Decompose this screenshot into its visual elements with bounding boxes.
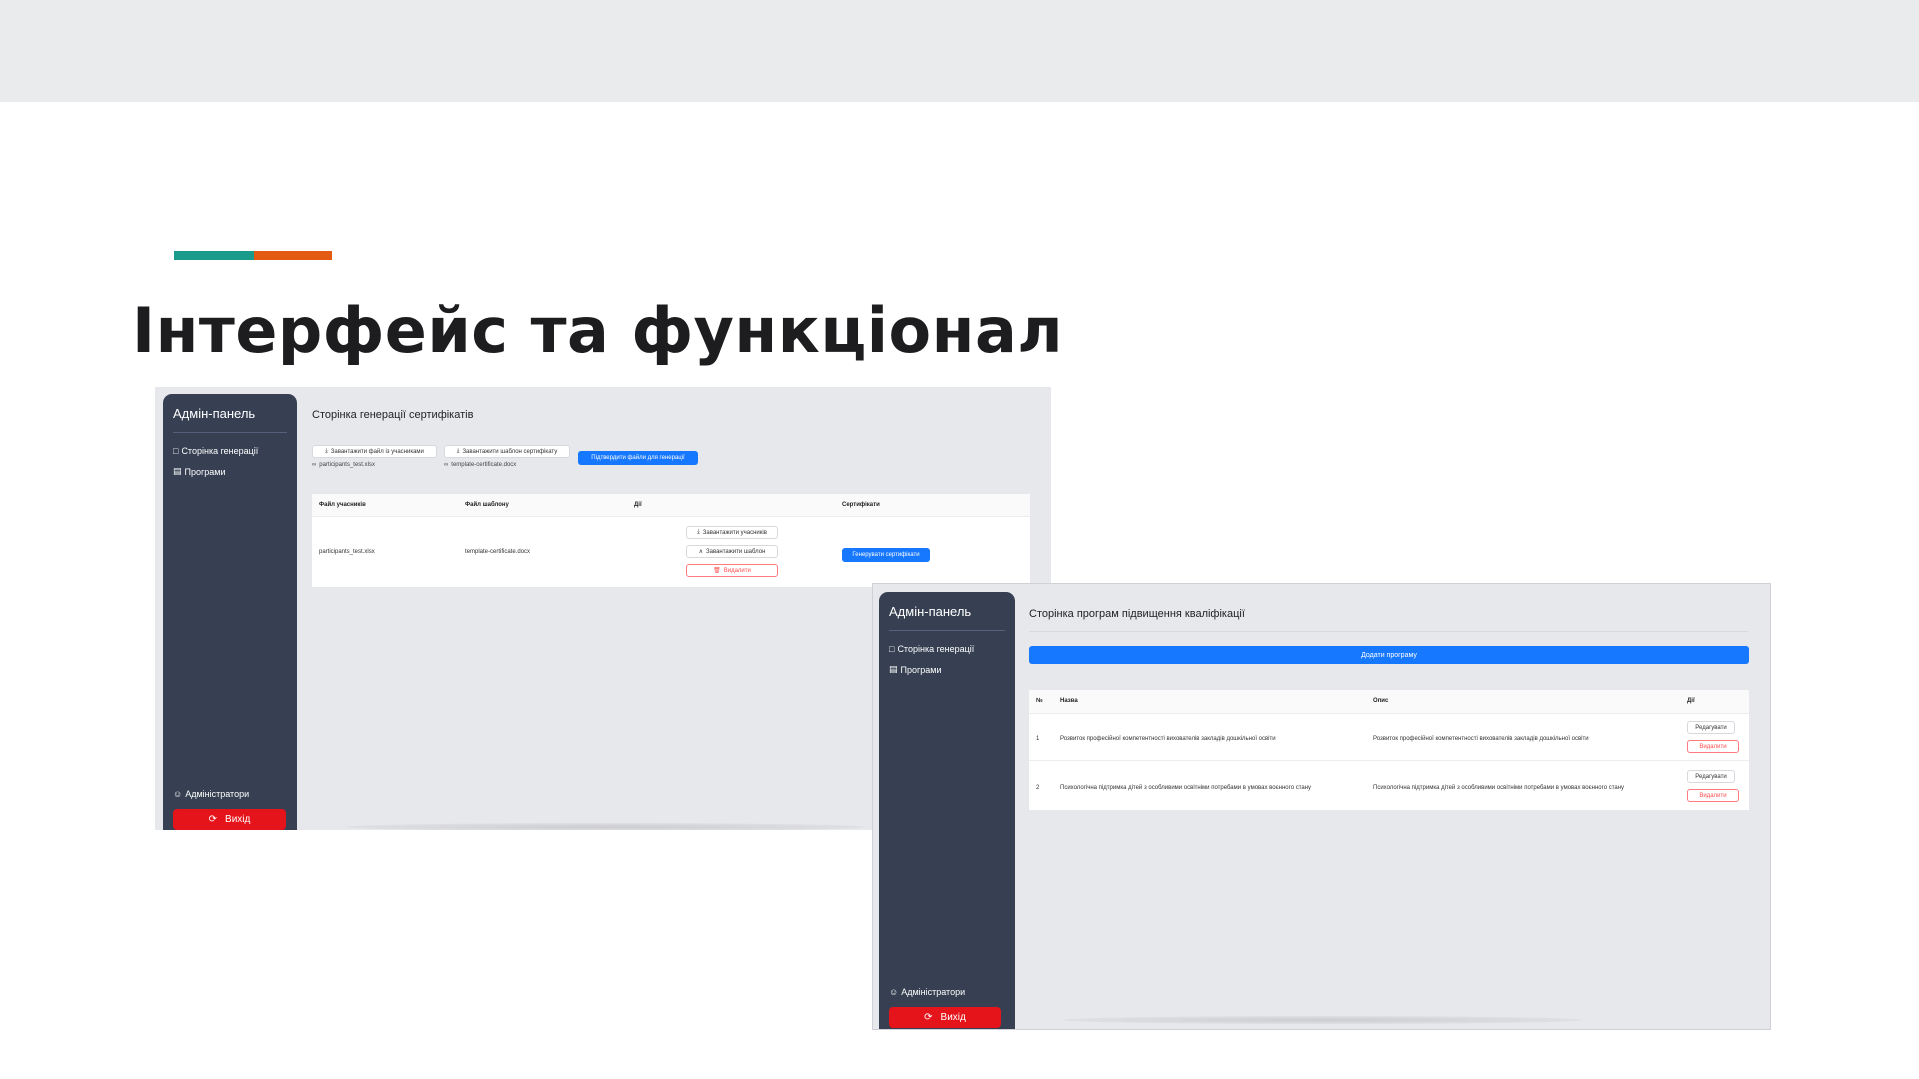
delete-button[interactable]: 🗑 Видалити bbox=[686, 564, 778, 577]
sidebar-item-label: Програми bbox=[900, 664, 942, 675]
logout-icon: ⟳ bbox=[924, 1012, 933, 1023]
page-title: Сторінка програм підвищення кваліфікації bbox=[1029, 608, 1245, 620]
exit-button[interactable]: ⟳ Вихід bbox=[889, 1007, 1001, 1028]
book-icon: ▤ bbox=[889, 664, 898, 674]
paperclip-icon: ∞ bbox=[312, 462, 317, 468]
button-label: Редагувати bbox=[1695, 724, 1727, 731]
sidebar-item-programs[interactable]: ▤ Програми bbox=[173, 466, 226, 477]
column-header: № bbox=[1036, 698, 1043, 704]
book-icon: ▤ bbox=[173, 466, 182, 476]
button-label: Завантажити шаблон bbox=[705, 548, 766, 555]
confirm-files-button[interactable]: Підтвердити файли для генерації bbox=[578, 451, 698, 465]
upload-participants-button[interactable]: ⤓ Завантажити файл із учасниками bbox=[312, 445, 437, 458]
sidebar-item-label: Програми bbox=[184, 466, 226, 477]
button-label: Видалити bbox=[1699, 792, 1727, 799]
bottom-shadow bbox=[1063, 1016, 1583, 1024]
sidebar-item-admins[interactable]: ☺ Адміністратори bbox=[173, 789, 249, 799]
sidebar-item-admins[interactable]: ☺ Адміністратори bbox=[889, 987, 965, 997]
exit-button[interactable]: ⟳ Вихід bbox=[173, 809, 286, 830]
accent-bar-orange bbox=[254, 251, 332, 260]
file-icon: □ bbox=[173, 446, 179, 456]
sidebar-item-label: Адміністратори bbox=[901, 987, 966, 997]
participants-file-cell: participants_test.xlsx bbox=[319, 549, 375, 555]
column-header: Сертифікати bbox=[842, 502, 880, 508]
logout-icon: ⟳ bbox=[208, 814, 218, 825]
accent-bar-teal bbox=[174, 251, 254, 260]
divider bbox=[1029, 760, 1749, 761]
slide-title: Інтерфейс та функціонал bbox=[132, 294, 1064, 367]
row-number: 2 bbox=[1036, 785, 1040, 791]
button-label: Завантажити учасників bbox=[702, 529, 767, 536]
sidebar-divider bbox=[173, 432, 287, 433]
user-icon: ☺ bbox=[173, 789, 183, 799]
sidebar: Адмін-панель □ Сторінка генерації ▤ Прог… bbox=[879, 592, 1015, 1029]
sidebar-item-generation[interactable]: □ Сторінка генерації bbox=[889, 644, 974, 654]
column-header: Опис bbox=[1373, 698, 1389, 704]
sidebar-item-generation[interactable]: □ Сторінка генерації bbox=[173, 446, 258, 456]
program-description: Розвиток професійної компетентності вихо… bbox=[1373, 736, 1589, 742]
divider bbox=[1029, 713, 1749, 714]
column-header: Дії bbox=[1687, 698, 1695, 704]
screenshot-programs-page: Адмін-панель □ Сторінка генерації ▤ Прог… bbox=[873, 584, 1770, 1029]
upload-template-button[interactable]: ⤓ Завантажити шаблон сертифікату bbox=[444, 445, 570, 458]
sidebar-item-label: Сторінка генерації bbox=[181, 446, 259, 456]
table-header bbox=[1029, 690, 1749, 713]
edit-button[interactable]: Редагувати bbox=[1687, 721, 1735, 734]
delete-button[interactable]: Видалити bbox=[1687, 740, 1739, 753]
template-file-note: ∞ template-certificate.docx bbox=[444, 462, 516, 468]
sidebar-title: Адмін-панель bbox=[889, 604, 972, 619]
generate-certificates-button[interactable]: Генерувати сертифікати bbox=[842, 548, 930, 562]
bottom-shadow bbox=[345, 823, 865, 830]
button-label: Редагувати bbox=[1695, 773, 1727, 780]
upload-icon: ⤓ bbox=[456, 448, 460, 454]
program-description: Психологічна підтримка дітей з особливим… bbox=[1373, 785, 1625, 791]
button-label: Видалити bbox=[1699, 743, 1727, 750]
edit-button[interactable]: Редагувати bbox=[1687, 770, 1735, 783]
divider bbox=[1029, 631, 1748, 632]
sidebar-item-label: Сторінка генерації bbox=[897, 644, 975, 654]
download-participants-button[interactable]: ⤓ Завантажити учасників bbox=[686, 526, 778, 539]
divider bbox=[312, 516, 1030, 517]
participants-file-note: ∞ participants_test.xlsx bbox=[312, 462, 375, 468]
download-icon: ⤓ bbox=[697, 529, 700, 535]
exit-label: Вихід bbox=[940, 1012, 966, 1023]
program-name: Розвиток професійної компетентності вихо… bbox=[1060, 736, 1276, 742]
row-number: 1 bbox=[1036, 736, 1040, 742]
table-header bbox=[312, 494, 1030, 516]
download-template-button[interactable]: ∧ Завантажити шаблон bbox=[686, 545, 778, 558]
column-header: Файл учасників bbox=[319, 502, 366, 508]
page-title: Сторінка генерації сертифікатів bbox=[312, 409, 474, 421]
add-program-button[interactable]: Додати програму bbox=[1029, 646, 1749, 664]
programs-table: № Назва Опис Дії 1 Розвиток професійної … bbox=[1029, 690, 1749, 810]
column-header: Файл шаблону bbox=[465, 502, 509, 508]
user-icon: ☺ bbox=[889, 987, 899, 997]
file-name: participants_test.xlsx bbox=[319, 462, 375, 468]
sidebar: Адмін-панель □ Сторінка генерації ▤ Прог… bbox=[163, 394, 297, 830]
sidebar-title: Адмін-панель bbox=[173, 406, 256, 421]
upload-icon: ⤓ bbox=[325, 448, 328, 454]
template-file-cell: template-certificate.docx bbox=[465, 549, 531, 555]
column-header: Дії bbox=[634, 502, 642, 508]
file-name: template-certificate.docx bbox=[451, 462, 517, 468]
delete-button[interactable]: Видалити bbox=[1687, 789, 1739, 802]
exit-label: Вихід bbox=[225, 814, 251, 825]
column-header: Назва bbox=[1060, 698, 1078, 704]
paperclip-icon: ∞ bbox=[444, 462, 449, 468]
slide-top-band bbox=[0, 0, 1919, 102]
download-icon: ∧ bbox=[698, 549, 703, 555]
sidebar-item-label: Адміністратори bbox=[185, 789, 250, 799]
sidebar-item-programs[interactable]: ▤ Програми bbox=[889, 664, 942, 675]
generation-table: Файл учасників Файл шаблону Дії Сертифік… bbox=[312, 494, 1030, 587]
sidebar-divider bbox=[889, 630, 1005, 631]
button-label: Завантажити файл із учасниками bbox=[330, 448, 424, 455]
button-label: Завантажити шаблон сертифікату bbox=[462, 448, 558, 455]
file-icon: □ bbox=[889, 644, 895, 654]
button-label: Видалити bbox=[723, 567, 751, 574]
program-name: Психологічна підтримка дітей з особливим… bbox=[1060, 785, 1312, 791]
trash-icon: 🗑 bbox=[713, 568, 721, 574]
